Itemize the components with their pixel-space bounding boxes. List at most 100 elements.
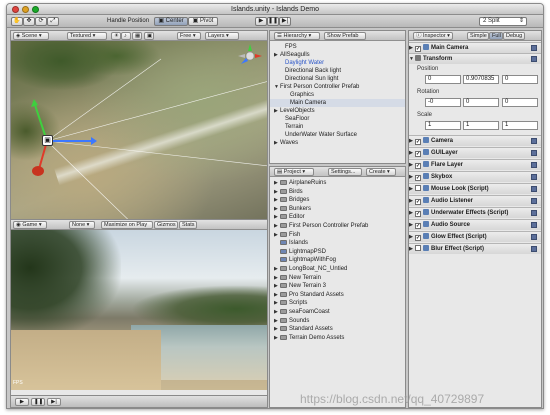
free-camera-dropdown[interactable]: Free ▾ [177, 32, 201, 40]
component-enabled-checkbox[interactable] [415, 245, 421, 251]
layout-dropdown[interactable]: 2 Split ⇕ [479, 17, 527, 26]
project-item[interactable]: LightmapWithFog [270, 256, 405, 264]
project-item[interactable]: ▶ Sounds [270, 317, 405, 325]
project-item[interactable]: ▶ First Person Controller Prefab [270, 222, 405, 230]
component-settings-icon[interactable] [531, 150, 537, 156]
component-header[interactable]: ▶ ✓ Audio Source [409, 219, 541, 230]
component-header[interactable]: ▶ ✓ Flare Layer [409, 159, 541, 170]
inspector-tab[interactable]: ⓘ Inspector ▾ [413, 32, 453, 40]
rotate-tool-icon[interactable]: ⟳ [35, 17, 47, 26]
project-item[interactable]: Islands [270, 239, 405, 247]
project-item[interactable]: ▶ Editor [270, 213, 405, 221]
component-header[interactable]: ▶ ✓ GUILayer [409, 147, 541, 158]
pivot-toggle-button[interactable]: ▣ Pivot [188, 17, 218, 26]
layers-dropdown[interactable]: Layers ▾ [205, 32, 239, 40]
hierarchy-item[interactable]: UnderWater Water Surface [270, 131, 405, 139]
component-settings-icon[interactable] [531, 162, 537, 168]
component-settings-icon[interactable] [531, 222, 537, 228]
component-header[interactable]: ▶ Mouse Look (Script) [409, 183, 541, 194]
stats-toggle[interactable]: Stats [179, 221, 197, 229]
project-item[interactable]: ▶ seaFoamCoast [270, 308, 405, 316]
project-item[interactable]: ▶ Fish [270, 231, 405, 239]
scene-lighting-icon[interactable]: ☀ [111, 32, 121, 40]
project-item[interactable]: ▶ Standard Assets [270, 325, 405, 333]
scale-x-field[interactable]: 1 [425, 121, 461, 130]
project-item[interactable]: ▶ Bunkers [270, 205, 405, 213]
hierarchy-item[interactable]: Graphics [270, 91, 405, 99]
hierarchy-item[interactable]: Terrain [270, 123, 405, 131]
game-viewport[interactable]: FPS [11, 230, 267, 390]
project-item[interactable]: ▶ New Terrain 3 [270, 282, 405, 290]
project-item[interactable]: ▶ Pro Standard Assets [270, 291, 405, 299]
hierarchy-item[interactable]: Main Camera [270, 99, 405, 107]
scene-rgb-icon[interactable]: ▣ [144, 32, 154, 40]
scale-z-field[interactable]: 1 [502, 121, 538, 130]
rotation-x-field[interactable]: -0 [425, 98, 461, 107]
project-settings-button[interactable]: Settings... [328, 168, 362, 176]
project-item[interactable]: ▶ AirplaneRuins [270, 179, 405, 187]
component-header[interactable]: ▶ ✓ Camera [409, 135, 541, 146]
active-checkbox[interactable]: ✓ [415, 46, 421, 52]
hierarchy-item[interactable]: Directional Sun light [270, 75, 405, 83]
pause-icon[interactable]: ❚❚ [267, 17, 279, 26]
transform-header[interactable]: ▼ Transform [409, 53, 541, 64]
gizmos-toggle[interactable]: Gizmos [154, 221, 178, 229]
hand-tool-icon[interactable]: ✋ [11, 17, 23, 26]
maximize-on-play-toggle[interactable]: Maximize on Play [101, 221, 153, 229]
hierarchy-item[interactable]: ▶ AllSeagulls [270, 51, 405, 59]
component-header[interactable]: ▶ ✓ Glow Effect (Script) [409, 231, 541, 242]
center-toggle-button[interactable]: ▣ Center [154, 17, 188, 26]
rotation-z-field[interactable]: 0 [502, 98, 538, 107]
component-settings-icon[interactable] [531, 198, 537, 204]
hierarchy-item[interactable]: ▼First Person Controller Prefab [270, 83, 405, 91]
camera-gizmo-icon[interactable]: ▣ [42, 135, 53, 146]
component-settings-icon[interactable] [531, 138, 537, 144]
scene-audio-icon[interactable]: ♪ [121, 32, 131, 40]
scale-y-field[interactable]: 1 [463, 121, 499, 130]
game-step-icon[interactable]: ▶| [47, 398, 61, 406]
component-settings-icon[interactable] [531, 174, 537, 180]
component-enabled-checkbox[interactable]: ✓ [415, 139, 421, 145]
project-item[interactable]: ▶ Scripts [270, 299, 405, 307]
move-tool-icon[interactable]: ✥ [23, 17, 35, 26]
hierarchy-item[interactable]: Daylight Water [270, 59, 405, 67]
component-settings-icon[interactable] [531, 234, 537, 240]
position-y-field[interactable]: 0.9070835 [463, 75, 499, 84]
component-enabled-checkbox[interactable]: ✓ [415, 211, 421, 217]
project-item[interactable]: ▶ Bridges [270, 196, 405, 204]
transform-settings-icon[interactable] [531, 56, 537, 62]
component-enabled-checkbox[interactable]: ✓ [415, 163, 421, 169]
project-item[interactable]: ▶ Terrain Demo Assets [270, 334, 405, 342]
component-enabled-checkbox[interactable]: ✓ [415, 199, 421, 205]
hierarchy-item[interactable]: SeaFloor [270, 115, 405, 123]
component-header[interactable]: ▶ ✓ Underwater Effects (Script) [409, 207, 541, 218]
component-enabled-checkbox[interactable]: ✓ [415, 151, 421, 157]
debug-mode-button[interactable]: Debug [503, 32, 525, 40]
scene-image-icon[interactable]: ▦ [132, 32, 142, 40]
project-create-dropdown[interactable]: Create ▾ [366, 168, 396, 176]
project-item[interactable]: ▶ Birds [270, 188, 405, 196]
scene-axis-gizmo[interactable] [237, 43, 263, 69]
hierarchy-item[interactable]: Directional Back light [270, 67, 405, 75]
hierarchy-item[interactable]: ▶ Waves [270, 139, 405, 147]
component-header[interactable]: ▶ Blur Effect (Script) [409, 243, 541, 254]
inspector-object-header[interactable]: ▶ ✓ Main Camera [409, 42, 541, 53]
scene-viewport[interactable]: ▣ [11, 41, 267, 232]
component-settings-icon[interactable] [531, 186, 537, 192]
scene-view-mode-dropdown[interactable]: ◈ Scene ▾ [13, 32, 49, 40]
play-icon[interactable]: ▶ [255, 17, 267, 26]
step-icon[interactable]: ▶| [279, 17, 291, 26]
full-mode-button[interactable]: Full [489, 32, 503, 40]
component-enabled-checkbox[interactable]: ✓ [415, 235, 421, 241]
project-item[interactable]: ▶ LongBoat_NC_Untied [270, 265, 405, 273]
game-play-icon[interactable]: ▶ [15, 398, 29, 406]
position-z-field[interactable]: 0 [502, 75, 538, 84]
simple-mode-button[interactable]: Simple [467, 32, 489, 40]
render-mode-dropdown[interactable]: Textured ▾ [67, 32, 107, 40]
component-header[interactable]: ▶ ✓ Skybox [409, 171, 541, 182]
game-tab[interactable]: ◉ Game ▾ [13, 221, 47, 229]
component-enabled-checkbox[interactable]: ✓ [415, 175, 421, 181]
component-settings-icon[interactable] [531, 210, 537, 216]
aspect-dropdown[interactable]: None ▾ [69, 221, 95, 229]
position-x-field[interactable]: 0 [425, 75, 461, 84]
